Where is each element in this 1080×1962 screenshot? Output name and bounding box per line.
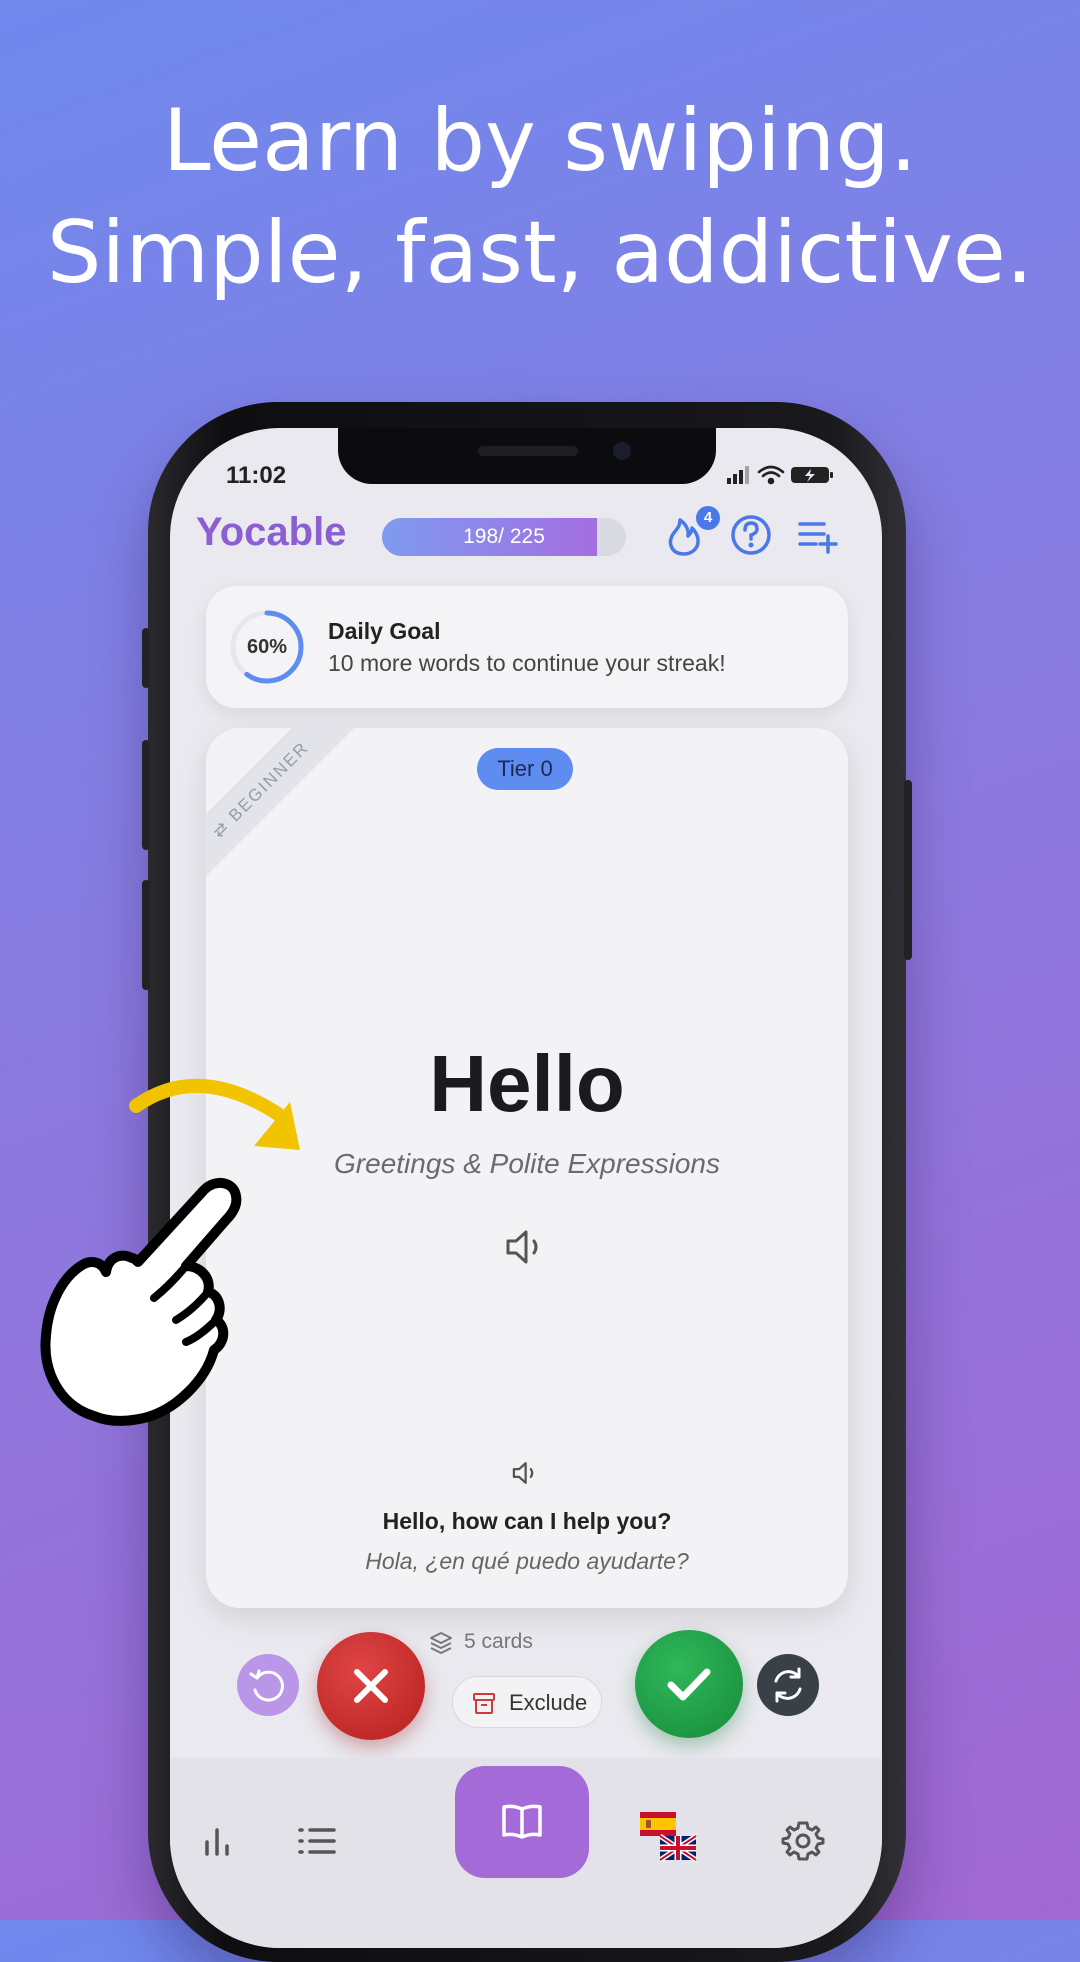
- example-translation: Hola, ¿en qué puedo ayudarte?: [365, 1548, 689, 1574]
- speaker-grille: [478, 446, 578, 456]
- pointing-hand-icon: [40, 1177, 242, 1426]
- goal-subtitle: 10 more words to continue your streak!: [328, 650, 726, 676]
- signal-icon: [727, 466, 749, 484]
- status-time: 11:02: [226, 462, 287, 489]
- learn-tab[interactable]: [455, 1766, 589, 1878]
- phone-mute-switch: [142, 628, 150, 688]
- app-screen: 11:02 Yocable 198/ 225 4 60% Daily Goal …: [170, 428, 882, 1948]
- battery-icon: [791, 467, 833, 483]
- stats-icon[interactable]: [192, 1816, 242, 1866]
- example-sentence: Hello, how can I help you?: [382, 1508, 672, 1534]
- language-flags[interactable]: [638, 1808, 698, 1864]
- book-icon: [502, 1804, 542, 1839]
- goal-title: Daily Goal: [328, 618, 441, 644]
- front-camera: [613, 442, 631, 460]
- headline-line-2: Simple, fast, addictive.: [46, 203, 1034, 303]
- deck-count: 5 cards: [428, 1628, 628, 1660]
- know-button[interactable]: [635, 1630, 743, 1738]
- undo-icon: [249, 1669, 284, 1702]
- level-ribbon: ⇄ BEGINNER: [206, 728, 365, 894]
- phone-volume-down: [142, 880, 150, 990]
- wifi-icon: [757, 465, 785, 485]
- settings-icon[interactable]: [778, 1816, 828, 1866]
- close-icon: [354, 1669, 388, 1703]
- level-label: BEGINNER: [224, 737, 313, 826]
- headline-line-1: Learn by swiping.: [162, 91, 918, 191]
- streak-badge: 4: [696, 506, 720, 530]
- status-icons: [727, 465, 833, 485]
- phone-volume-up: [142, 740, 150, 850]
- spain-flag-icon: [640, 1812, 676, 1836]
- undo-button[interactable]: [237, 1654, 299, 1716]
- help-icon[interactable]: [728, 512, 774, 558]
- progress-text: 198/ 225: [463, 525, 545, 548]
- goal-percent: 60%: [246, 636, 288, 658]
- refresh-icon: [774, 1667, 802, 1703]
- refresh-button[interactable]: [757, 1654, 819, 1716]
- exclude-label: Exclude: [509, 1690, 588, 1715]
- speaker-icon[interactable]: [502, 1224, 548, 1270]
- cards-label: 5 cards: [464, 1630, 533, 1653]
- exclude-button[interactable]: Exclude: [452, 1676, 602, 1728]
- dont-know-button[interactable]: [317, 1632, 425, 1740]
- archive-icon: [473, 1693, 495, 1714]
- daily-goal-card[interactable]: 60% Daily Goal 10 more words to continue…: [206, 586, 848, 708]
- phone-power-button: [904, 780, 912, 960]
- notch: [338, 428, 716, 484]
- check-icon: [667, 1668, 711, 1701]
- uk-flag-icon: [658, 1833, 698, 1863]
- list-icon[interactable]: [292, 1816, 342, 1866]
- playlist-add-icon[interactable]: [794, 512, 840, 558]
- layers-icon: [430, 1632, 452, 1654]
- app-logo: Yocable: [196, 510, 347, 554]
- word-progress-bar: 198/ 225: [382, 518, 626, 556]
- headline: Learn by swiping. Simple, fast, addictiv…: [0, 85, 1080, 309]
- example-speaker-icon[interactable]: [510, 1458, 540, 1488]
- tier-badge: Tier 0: [477, 748, 573, 790]
